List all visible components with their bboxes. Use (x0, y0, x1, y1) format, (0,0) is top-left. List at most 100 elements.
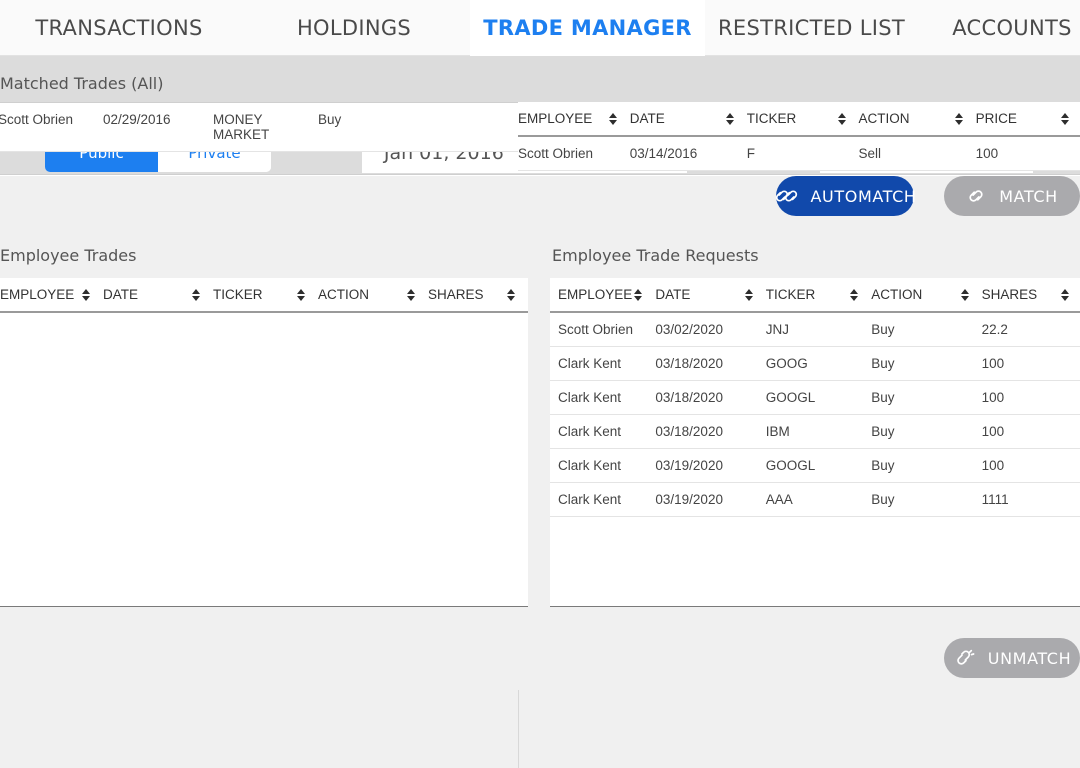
column-header-action-label: ACTION (871, 287, 922, 302)
employee-trades-title: Employee Trades (0, 240, 528, 278)
column-header-date[interactable]: DATE (103, 278, 213, 312)
column-header-employee[interactable]: EMPLOYEE (518, 102, 630, 136)
tab-accounts[interactable]: ACCOUNTS (918, 0, 1080, 56)
matched-trades-right-table-container: EMPLOYEE DATE TICKER ACTION PRICE Scott … (518, 102, 1080, 171)
column-header-employee[interactable]: EMPLOYEE (0, 278, 103, 312)
double-link-icon (774, 187, 798, 205)
cell-ticker: GOOGL (766, 381, 871, 415)
table-row[interactable]: Clark Kent03/18/2020GOOGBuy100 (550, 347, 1080, 381)
column-header-ticker[interactable]: TICKER (213, 278, 318, 312)
cell-date: 03/02/2020 (655, 312, 765, 347)
tab-trade-manager[interactable]: TRADE MANAGER (470, 0, 705, 56)
column-header-ticker-label: TICKER (766, 287, 816, 302)
matched-tables-divider (518, 690, 519, 768)
table-row[interactable]: Scott Obrien03/02/2020JNJBuy22.2 (550, 312, 1080, 347)
cell-ticker: GOOG (766, 347, 871, 381)
matched-trades-title: Matched Trades (All) (0, 72, 518, 102)
tab-restricted-list[interactable]: RESTRICTED LIST (705, 0, 918, 56)
sort-icon (745, 288, 754, 302)
column-header-date-label: DATE (103, 287, 138, 302)
column-header-shares[interactable]: SHARES (982, 278, 1080, 312)
column-header-action[interactable]: ACTION (859, 102, 976, 136)
column-header-shares[interactable]: SHARES (428, 278, 528, 312)
column-header-employee[interactable]: EMPLOYEE (550, 278, 655, 312)
match-button-label: MATCH (999, 187, 1058, 206)
sort-icon (1061, 288, 1070, 302)
column-header-ticker[interactable]: TICKER (766, 278, 871, 312)
cell-ticker: IBM (766, 415, 871, 449)
cell-employee: Scott Obrien (550, 312, 655, 347)
column-header-action-label: ACTION (859, 111, 910, 126)
table-row[interactable]: Clark Kent03/18/2020GOOGLBuy100 (550, 381, 1080, 415)
column-header-shares-label: SHARES (982, 287, 1038, 302)
employee-trades-panel: Employee Trades EMPLOYEE DATE TICKER ACT… (0, 240, 528, 608)
table-header-row: EMPLOYEE DATE TICKER ACTION SHARES (550, 278, 1080, 312)
main-navigation: TRANSACTIONS HOLDINGS TRADE MANAGER REST… (0, 0, 1080, 56)
sort-icon (507, 288, 516, 302)
cell-ticker: MONEY MARKET (213, 103, 318, 152)
column-header-shares-label: SHARES (428, 287, 484, 302)
matched-trades-left-table-container: Scott Obrien02/29/2016MONEY MARKETBuy (0, 102, 518, 152)
tab-restricted-list-label: RESTRICTED LIST (718, 16, 905, 40)
column-header-ticker-label: TICKER (213, 287, 263, 302)
matched-trades-right-table: EMPLOYEE DATE TICKER ACTION PRICE Scott … (518, 102, 1080, 171)
cell-ticker: AAA (766, 483, 871, 517)
matched-trades-right: EMPLOYEE DATE TICKER ACTION PRICE Scott … (518, 72, 1080, 171)
automatch-button[interactable]: AUTOMATCH (776, 176, 914, 216)
cell-action: Buy (871, 483, 981, 517)
sort-icon (726, 112, 735, 126)
sort-icon (850, 288, 859, 302)
column-header-price[interactable]: PRICE (976, 102, 1080, 136)
cell-employee: Clark Kent (550, 483, 655, 517)
cell-date: 03/19/2020 (655, 483, 765, 517)
match-button[interactable]: MATCH (944, 176, 1080, 216)
tab-transactions[interactable]: TRANSACTIONS (0, 0, 238, 56)
table-header-row: EMPLOYEE DATE TICKER ACTION PRICE (518, 102, 1080, 136)
column-header-action[interactable]: ACTION (318, 278, 428, 312)
cell-ticker: F (747, 136, 859, 171)
matched-trades-left-table: Scott Obrien02/29/2016MONEY MARKETBuy (0, 103, 528, 152)
sort-icon (955, 112, 964, 126)
table-row[interactable]: Scott Obrien02/29/2016MONEY MARKETBuy (0, 103, 528, 152)
cell-shares: 1111 (982, 483, 1080, 517)
cell-date: 03/18/2020 (655, 381, 765, 415)
sort-icon (407, 288, 416, 302)
column-header-date[interactable]: DATE (655, 278, 765, 312)
trade-panels: Employee Trades EMPLOYEE DATE TICKER ACT… (0, 240, 1080, 618)
cell-date: 03/18/2020 (655, 347, 765, 381)
link-icon (966, 187, 986, 205)
tab-trade-manager-label: TRADE MANAGER (483, 16, 691, 40)
cell-employee: Clark Kent (550, 381, 655, 415)
table-row[interactable]: Clark Kent03/19/2020AAABuy1111 (550, 483, 1080, 517)
unmatch-button[interactable]: UNMATCH (944, 638, 1080, 678)
sort-icon (82, 288, 91, 302)
cell-employee: Clark Kent (550, 415, 655, 449)
cell-employee: Scott Obrien (0, 103, 103, 152)
cell-employee: Scott Obrien (518, 136, 630, 171)
table-row[interactable]: Clark Kent03/19/2020GOOGLBuy100 (550, 449, 1080, 483)
cell-value (428, 103, 528, 152)
cell-shares: 100 (982, 449, 1080, 483)
column-header-date-label: DATE (630, 111, 665, 126)
column-header-employee-label: EMPLOYEE (0, 287, 74, 302)
cell-employee: Clark Kent (550, 347, 655, 381)
matched-trades-left-body: Scott Obrien02/29/2016MONEY MARKETBuy (0, 103, 528, 152)
broken-link-icon (953, 649, 975, 667)
column-header-ticker-label: TICKER (747, 111, 797, 126)
column-header-ticker[interactable]: TICKER (747, 102, 859, 136)
tab-holdings[interactable]: HOLDINGS (238, 0, 470, 56)
cell-action: Buy (318, 103, 428, 152)
table-row[interactable]: Clark Kent03/18/2020IBMBuy100 (550, 415, 1080, 449)
employee-trade-requests-table: EMPLOYEE DATE TICKER ACTION SHARES Scott… (550, 278, 1080, 517)
sort-icon (961, 288, 970, 302)
sort-icon (297, 288, 306, 302)
match-action-bar (0, 176, 1080, 240)
sort-icon (838, 112, 847, 126)
cell-date: 03/19/2020 (655, 449, 765, 483)
table-header-row: EMPLOYEE DATE TICKER ACTION SHARES (0, 278, 528, 312)
column-header-date[interactable]: DATE (630, 102, 747, 136)
table-row[interactable]: Scott Obrien03/14/2016FSell100 (518, 136, 1080, 171)
employee-trades-table-container: EMPLOYEE DATE TICKER ACTION SHARES (0, 278, 528, 607)
column-header-action[interactable]: ACTION (871, 278, 981, 312)
cell-action: Sell (859, 136, 976, 171)
